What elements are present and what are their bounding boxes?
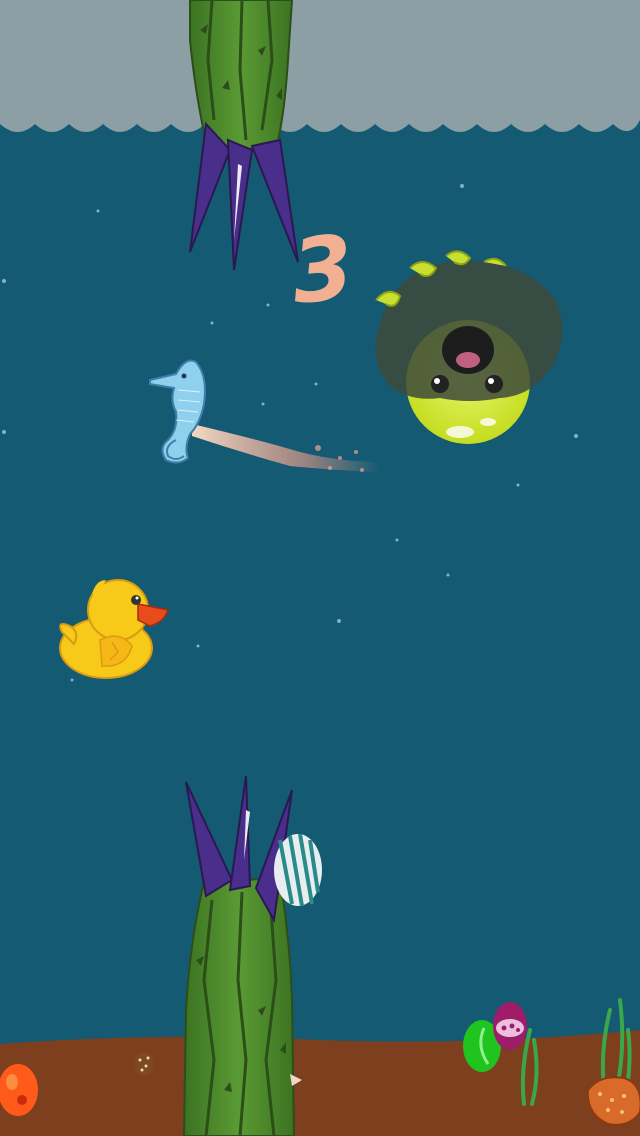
game-canvas [0,0,640,1136]
sky-band [0,0,640,132]
pink-egg [493,1002,527,1050]
sand-floor [0,1030,640,1136]
small-spotted-egg [135,1052,153,1076]
game-scene[interactable]: 3 [0,0,640,1136]
bottom-pipe [182,775,296,1136]
striped-egg [274,833,322,907]
water-background [0,0,640,1136]
